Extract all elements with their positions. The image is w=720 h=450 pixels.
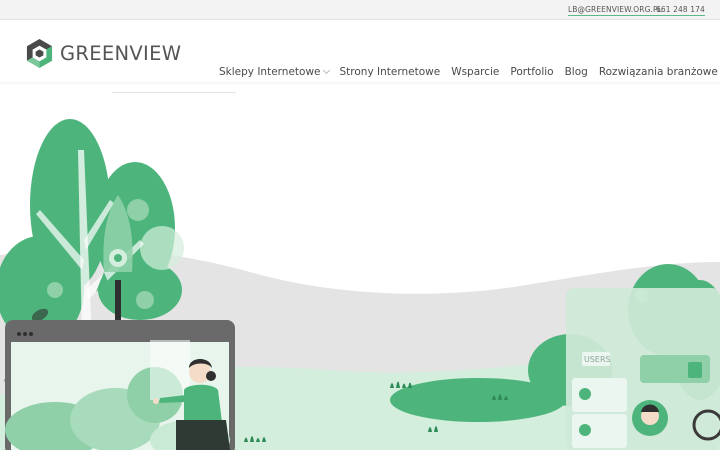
users-card-text: USERS [584, 355, 611, 364]
top-contact-bar: LB@GREENVIEW.ORG.PL 661 248 174 [0, 0, 720, 20]
nav-item-label: Sklepy Internetowe [219, 66, 321, 78]
email-link[interactable]: LB@GREENVIEW.ORG.PL [568, 5, 662, 16]
nav-item-3[interactable]: Portfolio [510, 66, 553, 78]
nav-item-label: Wsparcie [451, 66, 500, 78]
nav-item-label: Portfolio [510, 66, 554, 78]
nav-item-2[interactable]: Wsparcie [451, 66, 499, 78]
hero-illustration: USERS [0, 119, 720, 450]
nav-item-4[interactable]: Blog [565, 66, 588, 78]
phone-link[interactable]: 661 248 174 [656, 5, 705, 16]
logo-text: GREENVIEW [60, 41, 182, 65]
nav-item-1[interactable]: Strony Internetowe [340, 66, 441, 78]
nav-item-0[interactable]: Sklepy Internetowe [219, 66, 330, 78]
nav-item-label: Strony Internetowe [339, 66, 441, 78]
nav-item-label: Blog [564, 66, 588, 78]
divider [112, 92, 236, 93]
nav-item-5[interactable]: Rozwiązania branżowe [599, 66, 720, 78]
nav-item-label: Rozwiązania branżowe [598, 66, 718, 78]
logo[interactable]: GREENVIEW [25, 37, 185, 69]
greenview-logo-icon [26, 38, 53, 68]
main-nav: Sklepy Internetowe Strony Internetowe Wspa… [219, 64, 720, 80]
chevron-down-icon [322, 66, 330, 75]
floating-ui-card: USERS [566, 288, 720, 450]
site-header: GREENVIEW Sklepy Internetowe Strony Inter… [0, 20, 720, 82]
